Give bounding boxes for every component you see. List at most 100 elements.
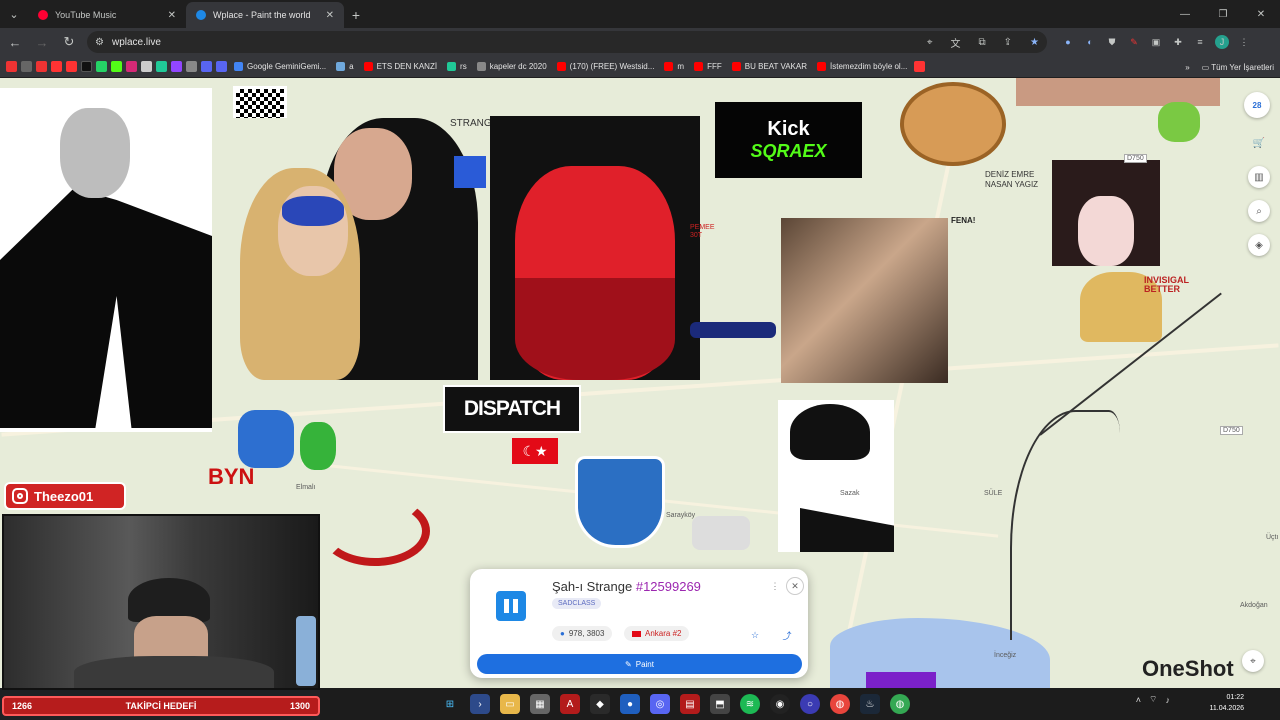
minimize-icon[interactable]: — (1166, 0, 1204, 28)
maximize-icon[interactable]: ❐ (1204, 0, 1242, 28)
bookmark-icon[interactable] (914, 61, 926, 72)
bookmark-icon[interactable] (51, 61, 62, 72)
address-bar[interactable]: ⚙ wplace.live ⌖ 文 ⧉ ⇪ ★ (87, 31, 1047, 53)
paint-button[interactable]: ✎ Paint (477, 654, 802, 674)
bookmark-fff[interactable]: FFF (691, 62, 725, 71)
cart-icon[interactable]: 🛒 (1248, 132, 1270, 154)
app-icon[interactable]: ⬒ (710, 694, 730, 714)
bookmark-m[interactable]: m (661, 62, 687, 71)
map-label-sazak: Sazak (840, 490, 860, 497)
bookmark-icon[interactable] (21, 61, 32, 72)
pixel-info-card: Şah-ı Strange #12599269 SADCLASS ● 978, … (470, 569, 808, 678)
tab-search-icon[interactable]: ⌄ (0, 0, 28, 28)
shield-icon[interactable]: ⛊ (1105, 35, 1119, 49)
volume-icon[interactable]: ♪ (1166, 695, 1171, 705)
bookmark-icon[interactable] (156, 61, 167, 72)
store-icon[interactable]: ▦ (530, 694, 550, 714)
bookmark-kapeler[interactable]: kapeler dc 2020 (474, 62, 550, 71)
acrobat-icon[interactable]: A (560, 694, 580, 714)
back-button[interactable]: ← (3, 30, 27, 54)
bookmark-icon[interactable] (6, 61, 17, 72)
bookmark-icon[interactable] (186, 61, 197, 72)
tray-arrow-icon[interactable]: ˄ (1136, 695, 1141, 705)
browser-toolbar: ← → ↻ ⚙ wplace.live ⌖ 文 ⧉ ⇪ ★ ● ◐ ⛊ ✎ ▣ … (0, 28, 1280, 56)
bookmark-icon[interactable] (66, 61, 77, 72)
layers-icon[interactable]: ◈ (1248, 234, 1270, 256)
close-card-icon[interactable]: ✕ (786, 577, 804, 595)
chrome-icon[interactable]: ◍ (830, 694, 850, 714)
app-icon[interactable]: ○ (800, 694, 820, 714)
install-icon[interactable]: ⧉ (979, 37, 986, 48)
instagram-icon[interactable] (126, 61, 137, 72)
bookmark-westside[interactable]: (170) (FREE) Westsid... (554, 62, 658, 71)
bookmark-star-icon[interactable]: ★ (1030, 37, 1039, 48)
extension-icon[interactable]: ◐ (1083, 35, 1097, 49)
favorite-star-icon[interactable]: ☆ (746, 626, 764, 644)
profile-avatar[interactable]: J (1215, 35, 1229, 49)
close-icon[interactable]: ✕ (168, 10, 176, 21)
pixel-art-mask (282, 196, 344, 226)
alliance-badge: SADCLASS (552, 598, 602, 609)
location-icon[interactable]: ⌖ (927, 37, 933, 48)
locate-icon[interactable]: ⌖ (1242, 650, 1264, 672)
discord-icon[interactable]: ◎ (650, 694, 670, 714)
discord-icon[interactable] (201, 61, 212, 72)
extension-icon[interactable]: ✎ (1127, 35, 1141, 49)
obs-icon[interactable]: ◉ (770, 694, 790, 714)
leaderboard-icon[interactable]: ▥ (1248, 166, 1270, 188)
share-icon[interactable]: ⤴ (778, 626, 796, 644)
search-icon[interactable]: ⌕ (1248, 200, 1270, 222)
bookmark-icon[interactable] (141, 61, 152, 72)
bookmark-beat[interactable]: BU BEAT VAKAR (729, 62, 810, 71)
bookmark-ets[interactable]: ETS DEN KANZİ (361, 62, 440, 71)
tab-wplace[interactable]: Wplace - Paint the world ✕ (186, 2, 344, 28)
whatsapp-icon[interactable] (96, 61, 107, 72)
puzzle-icon[interactable]: ✚ (1171, 35, 1185, 49)
share-icon[interactable]: ⇪ (1004, 37, 1012, 48)
webcam-bottle (296, 616, 316, 686)
tab-youtube-music[interactable]: YouTube Music ✕ (28, 2, 186, 28)
start-icon[interactable]: ⊞ (440, 694, 460, 714)
site-info-icon[interactable]: ⚙ (95, 37, 104, 48)
bookmark-icon[interactable] (36, 61, 47, 72)
pause-icon[interactable] (496, 591, 526, 621)
app-icon[interactable]: ● (620, 694, 640, 714)
pixel-owner: Şah-ı Strange #12599269 (552, 579, 701, 594)
network-icon[interactable]: ⌔ (1149, 694, 1157, 705)
file-explorer-icon[interactable]: ▭ (500, 694, 520, 714)
more-bookmarks-icon[interactable]: » (1185, 63, 1189, 72)
tab-title: Wplace - Paint the world (213, 10, 311, 20)
pixel-art-anime-face (1078, 196, 1134, 266)
more-options-icon[interactable]: ⋮ (766, 577, 784, 595)
menu-icon[interactable]: ⋮ (1237, 35, 1251, 49)
dispatch-text: DISPATCH (463, 397, 561, 420)
new-tab-button[interactable]: + (344, 2, 368, 28)
extension-icon[interactable]: ● (1061, 35, 1075, 49)
terminal-icon[interactable]: › (470, 694, 490, 714)
media-icon[interactable]: ≡ (1193, 35, 1207, 49)
bookmark-icon[interactable] (216, 61, 227, 72)
pixel-art-clash-king (238, 410, 294, 468)
bookmark-a[interactable]: a (333, 62, 356, 71)
chrome-icon[interactable]: ◍ (890, 694, 910, 714)
bookmark-gemini[interactable]: Google GeminiGemi... (231, 62, 329, 71)
steam-icon[interactable]: ♨ (860, 694, 880, 714)
spotify-icon[interactable]: ≋ (740, 694, 760, 714)
twitch-icon[interactable] (171, 61, 182, 72)
translate-icon[interactable]: 文 (951, 35, 961, 50)
bookmark-istemezdim[interactable]: İstemezdim böyle ol... (814, 62, 910, 71)
forward-button[interactable]: → (30, 30, 54, 54)
taskbar-clock[interactable]: 01:22 11.04.2026 (1209, 692, 1244, 714)
kick-icon[interactable] (111, 61, 122, 72)
app-icon[interactable]: ◆ (590, 694, 610, 714)
all-bookmarks-button[interactable]: ▭ Tüm Yer İşaretleri (1202, 63, 1274, 72)
bookmark-rs[interactable]: rs (444, 62, 470, 71)
tiktok-icon[interactable] (81, 61, 92, 72)
extension-icon[interactable]: ▣ (1149, 35, 1163, 49)
reload-button[interactable]: ↻ (57, 30, 81, 54)
app-icon[interactable]: ▤ (680, 694, 700, 714)
pixel-region[interactable]: Ankara #2 (624, 626, 690, 641)
close-icon[interactable]: ✕ (326, 10, 334, 21)
close-window-icon[interactable]: ✕ (1242, 0, 1280, 28)
droplets-badge[interactable]: 28 (1244, 92, 1270, 118)
